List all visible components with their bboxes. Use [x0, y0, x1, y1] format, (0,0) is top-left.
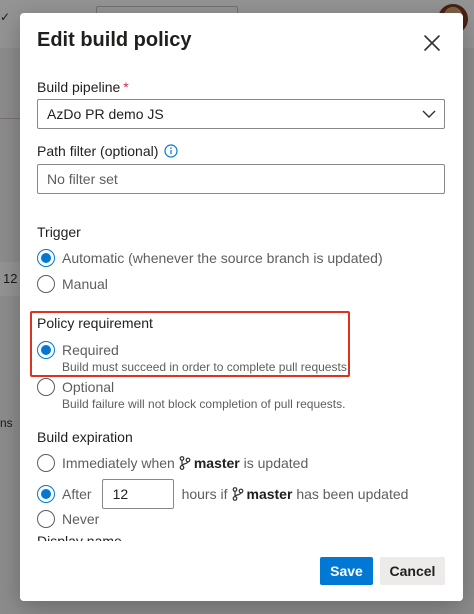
expiration-after-radio[interactable]: After hours ifmaster has been updated — [37, 479, 408, 509]
expiration-after-label: After — [62, 486, 92, 502]
trigger-manual-label: Manual — [62, 276, 108, 292]
radio-button[interactable] — [37, 378, 55, 396]
radio-button[interactable] — [37, 510, 55, 528]
expiration-immediately-radio[interactable]: Immediately when master is updated — [37, 453, 308, 473]
required-star: * — [123, 79, 129, 95]
expiration-never-label: Never — [62, 511, 100, 527]
dialog-title: Edit build policy — [37, 29, 192, 51]
policy-optional-label: Optional — [62, 379, 115, 395]
expiration-hours-input[interactable] — [101, 479, 174, 509]
close-icon — [424, 35, 440, 51]
trigger-automatic-label: Automatic (whenever the source branch is… — [62, 250, 383, 266]
cancel-button[interactable]: Cancel — [380, 557, 445, 585]
radio-button[interactable] — [37, 485, 55, 503]
build-pipeline-select[interactable]: AzDo PR demo JS — [37, 99, 445, 129]
edit-build-policy-dialog: Edit build policy Build pipeline * AzDo P… — [20, 13, 463, 601]
branch-icon — [232, 487, 244, 501]
policy-required-label: Required — [62, 342, 119, 358]
radio-button[interactable] — [37, 341, 55, 359]
branch-name: master — [193, 455, 240, 471]
radio-button[interactable] — [37, 249, 55, 267]
policy-required-radio[interactable]: Required Build must succeed in order to … — [37, 340, 350, 375]
path-filter-input[interactable] — [37, 164, 445, 194]
display-name-label: Display name — [37, 533, 122, 541]
build-pipeline-label: Build pipeline * — [37, 79, 129, 95]
close-button[interactable] — [420, 31, 444, 55]
dialog-body[interactable]: Build pipeline * AzDo PR demo JS Path fil… — [20, 73, 463, 541]
dialog-footer: Save Cancel — [20, 541, 463, 601]
build-expiration-label: Build expiration — [37, 429, 133, 445]
policy-requirement-label: Policy requirement — [37, 315, 153, 331]
expiration-never-radio[interactable]: Never — [37, 509, 99, 529]
chevron-down-icon — [422, 108, 436, 120]
policy-optional-radio[interactable]: Optional Build failure will not block co… — [37, 377, 345, 412]
save-button[interactable]: Save — [320, 557, 373, 585]
trigger-label: Trigger — [37, 224, 81, 240]
trigger-automatic-radio[interactable]: Automatic (whenever the source branch is… — [37, 248, 383, 268]
info-icon[interactable] — [164, 144, 179, 158]
build-pipeline-value: AzDo PR demo JS — [47, 106, 164, 122]
branch-icon — [179, 456, 191, 470]
policy-required-description: Build must succeed in order to complete … — [62, 360, 351, 374]
path-filter-label: Path filter (optional) — [37, 143, 179, 159]
trigger-manual-radio[interactable]: Manual — [37, 274, 108, 294]
branch-name: master — [246, 486, 293, 502]
expiration-hours-label: hours if master has been updated — [181, 486, 409, 502]
radio-button[interactable] — [37, 454, 55, 472]
expiration-immediately-label: Immediately when master is updated — [62, 455, 309, 471]
policy-optional-description: Build failure will not block completion … — [62, 397, 346, 411]
radio-button[interactable] — [37, 275, 55, 293]
